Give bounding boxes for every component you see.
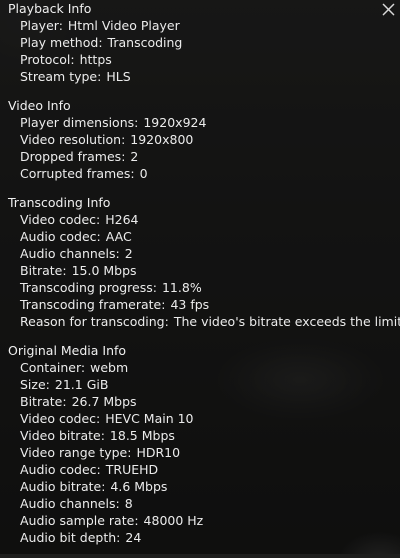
stat-label: Video range type bbox=[20, 445, 131, 460]
stat-row-audio-bitrate: Audio bitrate 4.6 Mbps bbox=[8, 478, 388, 495]
stat-value: HDR10 bbox=[136, 445, 181, 460]
stat-row-transcoding-progress: Transcoding progress 11.8% bbox=[8, 279, 388, 296]
stat-row-player-dimensions: Player dimensions 1920x924 bbox=[8, 114, 388, 131]
stat-label: Player dimensions bbox=[20, 115, 138, 130]
stat-value: 1920x924 bbox=[143, 115, 207, 130]
stat-label: Video codec bbox=[20, 212, 100, 227]
stat-value: Transcoding bbox=[107, 35, 183, 50]
stat-row-play-method: Play method Transcoding bbox=[8, 34, 388, 51]
stat-value: TRUEHD bbox=[105, 462, 159, 477]
stat-label: Stream type bbox=[20, 69, 101, 84]
stat-label: Play method bbox=[20, 35, 103, 50]
stat-label: Size bbox=[20, 377, 50, 392]
stat-row-audio-codec: Audio codec AAC bbox=[8, 228, 388, 245]
stat-row-player: Player Html Video Player bbox=[8, 17, 388, 34]
stat-row-audio-codec: Audio codec TRUEHD bbox=[8, 461, 388, 478]
stat-row-protocol: Protocol https bbox=[8, 51, 388, 68]
stat-label: Audio channels bbox=[20, 496, 120, 511]
stat-row-video-bitrate: Video bitrate 18.5 Mbps bbox=[8, 427, 388, 444]
stat-label: Audio channels bbox=[20, 246, 120, 261]
stat-value: 4.6 Mbps bbox=[110, 479, 168, 494]
stat-row-corrupted-frames: Corrupted frames 0 bbox=[8, 165, 388, 182]
stat-label: Audio bitrate bbox=[20, 479, 105, 494]
stat-label: Dropped frames bbox=[20, 149, 125, 164]
stat-label: Bitrate bbox=[20, 394, 67, 409]
stat-row-video-codec: Video codec H264 bbox=[8, 211, 388, 228]
section-transcoding-info: Transcoding Info Video codec H264 Audio c… bbox=[8, 194, 400, 330]
stat-value: HLS bbox=[106, 69, 131, 84]
stat-row-video-codec: Video codec HEVC Main 10 bbox=[8, 410, 388, 427]
stat-value: HEVC Main 10 bbox=[105, 411, 194, 426]
stat-row-dropped-frames: Dropped frames 2 bbox=[8, 148, 388, 165]
section-original-media-info: Original Media Info Container webm Size 21… bbox=[8, 342, 388, 546]
stat-label: Video resolution bbox=[20, 132, 125, 147]
stat-label: Bitrate bbox=[20, 263, 67, 278]
stat-value: AAC bbox=[105, 229, 132, 244]
stat-value: 18.5 Mbps bbox=[109, 428, 175, 443]
close-button[interactable] bbox=[378, 0, 398, 18]
stat-row-bitrate: Bitrate 26.7 Mbps bbox=[8, 393, 388, 410]
stat-label: Container bbox=[20, 360, 85, 375]
stat-value: https bbox=[79, 52, 112, 67]
stat-value: webm bbox=[90, 360, 129, 375]
stat-label: Corrupted frames bbox=[20, 166, 135, 181]
stat-row-size: Size 21.1 GiB bbox=[8, 376, 388, 393]
close-icon bbox=[382, 3, 394, 15]
stat-row-reason-for-transcoding: Reason for transcoding The video's bitrat… bbox=[8, 313, 400, 330]
stat-label: Video codec bbox=[20, 411, 100, 426]
stat-value: 48000 Hz bbox=[143, 513, 204, 528]
stat-label: Transcoding framerate bbox=[20, 297, 165, 312]
stat-value: 11.8% bbox=[161, 280, 202, 295]
section-title: Transcoding Info bbox=[8, 195, 111, 210]
stat-value: 21.1 GiB bbox=[54, 377, 109, 392]
stat-row-video-range-type: Video range type HDR10 bbox=[8, 444, 388, 461]
playback-stats-panel: Playback Info Player Html Video Player Pl… bbox=[8, 0, 400, 558]
stat-label: Player bbox=[20, 18, 63, 33]
stat-value: 8 bbox=[124, 496, 133, 511]
section-title: Video Info bbox=[8, 98, 71, 113]
stat-value: The video's bitrate exceeds the limit bbox=[173, 314, 400, 329]
stat-value: 24 bbox=[125, 530, 142, 545]
stat-value: 26.7 Mbps bbox=[71, 394, 137, 409]
stat-label: Audio codec bbox=[20, 229, 101, 244]
section-video-info: Video Info Player dimensions 1920x924 Vid… bbox=[8, 97, 388, 182]
stat-label: Audio bit depth bbox=[20, 530, 120, 545]
stat-label: Reason for transcoding bbox=[20, 314, 169, 329]
stat-label: Transcoding progress bbox=[20, 280, 157, 295]
stat-row-bitrate: Bitrate 15.0 Mbps bbox=[8, 262, 388, 279]
stat-row-audio-bit-depth: Audio bit depth 24 bbox=[8, 529, 388, 546]
stat-value: 2 bbox=[124, 246, 133, 261]
stat-value: 0 bbox=[139, 166, 148, 181]
stat-value: 43 fps bbox=[170, 297, 210, 312]
stat-value: H264 bbox=[105, 212, 139, 227]
section-playback-info: Playback Info Player Html Video Player Pl… bbox=[8, 0, 388, 85]
stat-row-audio-sample-rate: Audio sample rate 48000 Hz bbox=[8, 512, 388, 529]
stat-label: Audio codec bbox=[20, 462, 101, 477]
section-title: Playback Info bbox=[8, 1, 92, 16]
stat-label: Audio sample rate bbox=[20, 513, 139, 528]
stat-value: 2 bbox=[130, 149, 139, 164]
stat-value: 15.0 Mbps bbox=[71, 263, 137, 278]
stat-row-video-resolution: Video resolution 1920x800 bbox=[8, 131, 388, 148]
stat-row-stream-type: Stream type HLS bbox=[8, 68, 388, 85]
stat-label: Protocol bbox=[20, 52, 75, 67]
stat-label: Video bitrate bbox=[20, 428, 105, 443]
stat-row-audio-channels: Audio channels 8 bbox=[8, 495, 388, 512]
section-title: Original Media Info bbox=[8, 343, 127, 358]
stat-row-container: Container webm bbox=[8, 359, 388, 376]
stat-row-transcoding-framerate: Transcoding framerate 43 fps bbox=[8, 296, 388, 313]
stat-value: 1920x800 bbox=[130, 132, 194, 147]
stat-value: Html Video Player bbox=[67, 18, 180, 33]
stat-row-audio-channels: Audio channels 2 bbox=[8, 245, 388, 262]
